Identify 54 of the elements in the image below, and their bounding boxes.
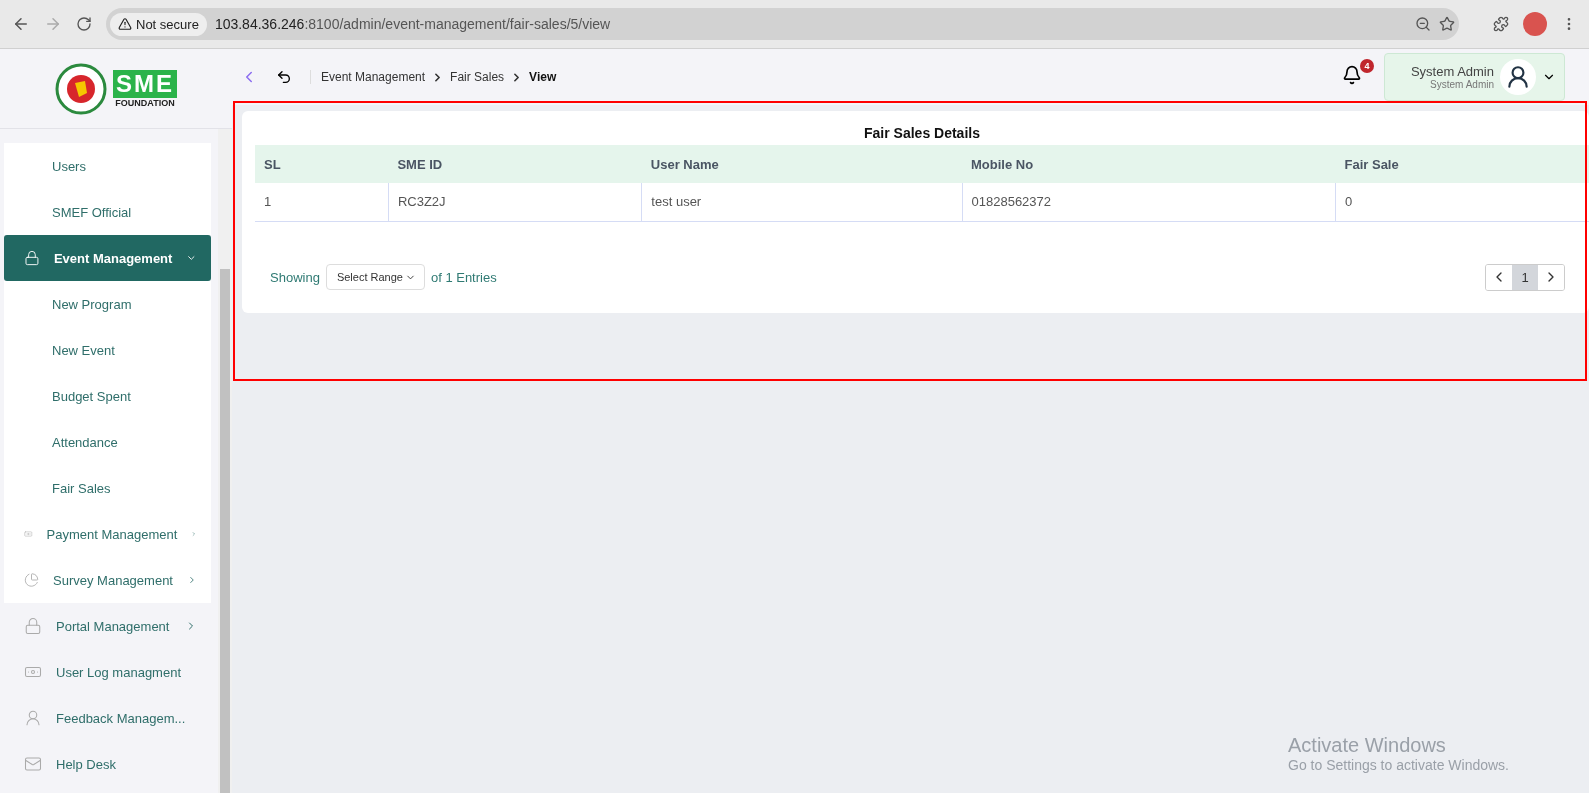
logo-subtext: FOUNDATION xyxy=(115,97,175,108)
column-header: Fair Sale xyxy=(1335,145,1589,183)
table-cell: RC3Z2J xyxy=(388,183,642,221)
notification-bell-icon[interactable] xyxy=(1342,65,1362,85)
sidebar-subitem[interactable]: Budget Spent xyxy=(4,373,211,419)
sidebar-item[interactable]: Survey Management xyxy=(4,557,211,603)
sidebar-subitem[interactable]: New Event xyxy=(4,327,211,373)
user-menu[interactable]: System Admin System Admin xyxy=(1384,53,1565,101)
sidebar-subitem[interactable]: Attendance xyxy=(4,419,211,465)
watermark-title: Activate Windows xyxy=(1288,734,1447,757)
page-button[interactable]: 1 xyxy=(1512,264,1538,290)
sidebar-item[interactable]: Portal Management xyxy=(4,603,211,649)
breadcrumb-link[interactable]: View xyxy=(529,70,557,84)
sidebar-item[interactable]: Payment Management xyxy=(4,511,211,557)
address-bar[interactable]: Not secure 103.84.36.246:8100/admin/event-management/fair-sales/5/view xyxy=(106,8,1459,40)
logo-text: SME xyxy=(113,69,177,98)
column-header: User Name xyxy=(641,145,962,183)
scrollbar[interactable] xyxy=(218,129,232,793)
url-text: 103.84.36.246:8100/admin/event-management/fair-sales/5/view xyxy=(214,16,612,32)
sidebar-subitem[interactable]: Fair Sales xyxy=(4,465,211,511)
security-chip[interactable]: Not secure xyxy=(110,12,207,36)
bookmark-star-icon[interactable] xyxy=(1439,16,1455,32)
emblem-logo-icon xyxy=(55,62,107,115)
table-cell: 1 xyxy=(255,183,389,221)
entries-label: of 1 Entries xyxy=(430,269,497,285)
table-cell: 0 xyxy=(1335,183,1589,221)
sidebar-subitem[interactable]: New Program xyxy=(4,281,211,327)
watermark-text: Go to Settings to activate Windows. xyxy=(1288,757,1509,773)
zoom-icon[interactable] xyxy=(1415,16,1431,32)
extensions-icon[interactable] xyxy=(1493,16,1509,32)
breadcrumb-link[interactable]: Event Management xyxy=(321,70,426,84)
card-title: Fair Sales Details xyxy=(863,125,981,141)
profile-avatar[interactable] xyxy=(1523,12,1547,36)
reload-icon[interactable] xyxy=(76,16,92,32)
notification-count: 4 xyxy=(1360,59,1374,73)
column-header: SL xyxy=(255,145,389,183)
sidebar-item[interactable]: Help Desk xyxy=(4,741,211,787)
chevron-right-icon xyxy=(187,574,197,586)
sidebar-item[interactable]: Event Management xyxy=(4,235,211,281)
sidebar-item[interactable]: Feedback Managem... xyxy=(4,695,211,741)
warning-icon xyxy=(118,17,132,31)
breadcrumb-link[interactable]: Fair Sales xyxy=(450,70,505,84)
column-header: SME ID xyxy=(388,145,642,183)
scrollbar-thumb[interactable] xyxy=(220,269,230,793)
avatar-icon xyxy=(1500,59,1536,95)
table-cell: test user xyxy=(641,183,962,221)
sidebar-item[interactable]: Users xyxy=(4,143,211,189)
table-cell: 01828562372 xyxy=(962,183,1336,221)
sidebar-item[interactable]: User Log managment xyxy=(4,649,211,695)
sidebar-item[interactable]: SMEF Official xyxy=(4,189,211,235)
range-select[interactable]: Select Range xyxy=(325,264,425,290)
showing-label: Showing xyxy=(270,269,320,285)
back-icon[interactable] xyxy=(276,69,292,85)
column-header: Mobile No xyxy=(962,145,1336,183)
